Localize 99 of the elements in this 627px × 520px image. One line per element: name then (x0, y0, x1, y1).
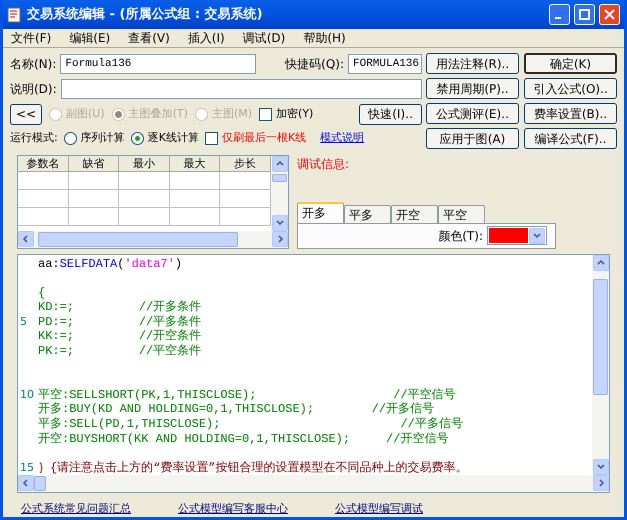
tab[interactable]: 开空 (391, 204, 438, 222)
tab[interactable]: 平空 (438, 204, 485, 222)
field-label: 名称(N): (10, 56, 56, 73)
dialog-button[interactable]: 用法注释(R).. (426, 53, 519, 74)
checkbox[interactable] (204, 132, 218, 144)
column-header[interactable]: 步长 (220, 156, 271, 172)
code-line: PD:=; //平多条件 (38, 314, 202, 329)
radio-label: 序列计算 (80, 130, 125, 146)
table-cell (119, 208, 170, 226)
line-number: 15 (20, 460, 34, 474)
code-line: { (38, 286, 46, 300)
dialog-button[interactable]: 编译公式(F).. (524, 128, 617, 149)
vertical-scrollbar[interactable] (592, 254, 609, 474)
column-header[interactable]: 缺省 (68, 156, 120, 172)
vertical-scrollbar[interactable] (271, 156, 288, 230)
line-number: 10 (20, 388, 34, 401)
scroll-thumb[interactable] (38, 232, 238, 246)
scroll-thumb[interactable] (593, 278, 608, 394)
dialog-button[interactable]: 公式测评(E).. (426, 103, 519, 124)
code-line: aa:SELFDATA('data7') (38, 256, 182, 272)
menu-item[interactable]: 文件(F) (11, 29, 52, 47)
radio-button[interactable] (130, 132, 144, 144)
table-cell (68, 208, 120, 226)
window-title: 交易系统编辑 - (所属公式组 : 交易系统) (27, 6, 264, 24)
code-line: 开空:BUYSHORT(KK AND HOLDING=0,1,THISCLOSE); //开空信号 (38, 432, 448, 446)
scroll-down-icon[interactable] (592, 458, 608, 474)
quick-button[interactable]: 快速(I).. (359, 104, 422, 124)
color-dropdown[interactable] (487, 226, 547, 245)
menu-item[interactable]: 插入(I) (188, 29, 225, 47)
table-cell (18, 208, 69, 226)
name-field[interactable]: Formula136 (60, 54, 256, 74)
table-cell (18, 172, 69, 190)
scroll-up-icon[interactable] (272, 156, 288, 172)
tab[interactable]: 开多 (297, 202, 344, 222)
dialog-button[interactable]: 引入公式(O).. (524, 78, 617, 99)
code-line: KD:=; //开多条件 (38, 300, 202, 315)
table-cell (170, 190, 220, 208)
radio-button[interactable] (64, 132, 77, 144)
code-line: 开多:BUY(KD AND HOLDING=0,1,THISCLOSE); //开多信号 (38, 402, 434, 417)
code-line: ｝{请注意点击上方的“费率设置”按钮合理的设置模型在不同品种上的交易费率。 (38, 460, 468, 474)
column-header[interactable]: 最大 (170, 156, 220, 172)
run-mode-label: 运行模式: (10, 130, 58, 146)
checkbox[interactable] (259, 108, 272, 120)
radio-label: 主图(M) (212, 106, 252, 122)
radio-label: 副图(U) (66, 106, 105, 122)
checkbox-label: 加密(Y) (276, 106, 314, 122)
scroll-thumb[interactable] (34, 476, 46, 490)
code-editor[interactable] (17, 254, 610, 492)
dialog-button[interactable]: 应用于图(A) (426, 128, 519, 149)
radio-label: 逐K线计算 (148, 130, 199, 146)
radio-label: 主图叠加(T) (128, 106, 188, 122)
dialog-button[interactable]: 费率设置(B).. (524, 103, 617, 124)
close-icon[interactable] (599, 4, 620, 25)
table-cell (170, 172, 220, 190)
table-cell (119, 172, 170, 190)
collapse-button[interactable]: << (10, 104, 42, 124)
table-cell (170, 208, 220, 226)
scroll-down-icon[interactable] (272, 214, 288, 230)
table-cell (119, 190, 170, 208)
menu-item[interactable]: 调试(D) (242, 29, 286, 47)
dialog-button[interactable]: 确定(K) (524, 53, 617, 74)
scroll-left-icon[interactable] (18, 231, 34, 247)
field-label: 快捷码(Q): (285, 56, 344, 73)
field-label: 说明(D): (10, 81, 57, 98)
scroll-right-icon[interactable] (272, 231, 288, 247)
horizontal-scrollbar[interactable] (18, 230, 288, 248)
scroll-left-icon[interactable] (18, 475, 34, 491)
menu-item[interactable]: 帮助(H) (303, 29, 346, 47)
line-number: 5 (20, 314, 27, 328)
checkbox-label: 仅刷最后一根K线 (222, 130, 306, 146)
footer-link[interactable]: 公式系统常见问题汇总 (21, 500, 131, 517)
scroll-right-icon[interactable] (593, 475, 609, 491)
footer-link[interactable]: 公式模型编写客服中心 (178, 500, 288, 517)
menu-item[interactable]: 编辑(E) (69, 29, 110, 47)
dialog-button[interactable]: 禁用周期(P).. (426, 78, 519, 99)
column-header[interactable]: 最小 (119, 156, 170, 172)
app-icon (7, 6, 23, 22)
column-header[interactable]: 参数名 (18, 156, 69, 172)
description-field[interactable] (60, 79, 422, 99)
dropdown-caret-icon[interactable] (529, 228, 545, 244)
maximize-icon[interactable] (574, 4, 595, 25)
table-cell (68, 172, 120, 190)
code-line: 平多:SELL(PD,1,THISCLOSE); //平多信号 (38, 417, 463, 432)
menu-item[interactable]: 查看(V) (128, 29, 170, 47)
table-cell (68, 190, 120, 208)
debug-label: 调试信息: (297, 156, 350, 173)
code-line: 平空:SELLSHORT(PK,1,THISCLOSE); //平空信号 (38, 388, 456, 402)
code-line: KK:=; //开空条件 (38, 329, 202, 344)
shortcut-field[interactable]: FORMULA136 (348, 54, 422, 74)
minimize-icon[interactable] (549, 4, 570, 25)
tab[interactable]: 平多 (344, 204, 391, 222)
footer-link[interactable]: 公式模型编写调试 (335, 500, 423, 517)
scroll-up-icon[interactable] (592, 254, 608, 270)
mode-help-link[interactable]: 模式说明 (320, 130, 364, 146)
color-label: 颜色(T): (438, 228, 483, 244)
table-cell (18, 190, 69, 208)
scroll-thumb[interactable] (272, 174, 287, 182)
horizontal-scrollbar[interactable] (18, 474, 609, 492)
code-line: PK:=; //平空条件 (38, 344, 202, 359)
